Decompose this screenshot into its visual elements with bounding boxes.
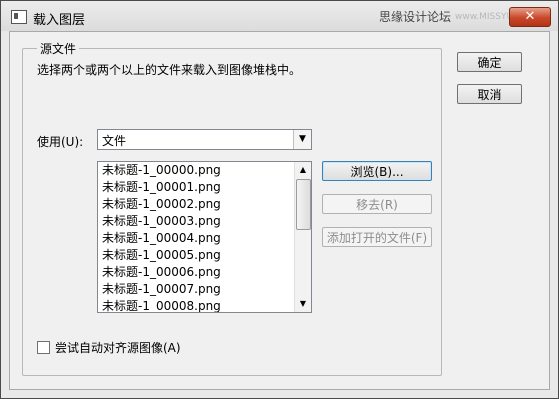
load-layers-dialog: 载入图层 思缘设计论坛 www.MISSYUAN.COM ✕ 源文件 选择两个或… <box>0 0 559 399</box>
scrollbar-thumb[interactable] <box>296 179 311 230</box>
ok-button[interactable]: 确定 <box>457 52 522 72</box>
title-bar[interactable]: 载入图层 思缘设计论坛 www.MISSYUAN.COM ✕ <box>1 1 558 31</box>
close-icon: ✕ <box>524 9 536 24</box>
use-dropdown[interactable]: 文件 ▼ <box>97 129 312 150</box>
dialog-client-area: 源文件 选择两个或两个以上的文件来载入到图像堆栈中。 使用(U): 文件 ▼ 未… <box>9 31 550 390</box>
browse-button[interactable]: 浏览(B)... <box>322 161 432 181</box>
add-open-files-button[interactable]: 添加打开的文件(F) <box>322 227 432 247</box>
window-app-icon <box>11 10 27 24</box>
group-title: 源文件 <box>37 40 80 57</box>
chevron-down-icon[interactable]: ▼ <box>293 130 311 149</box>
file-list[interactable]: 未标题-1_00000.png 未标题-1_00001.png 未标题-1_0000… <box>97 161 312 313</box>
remove-button[interactable]: 移去(R) <box>322 194 432 214</box>
auto-align-option[interactable]: 尝试自动对齐源图像(A) <box>37 339 181 356</box>
auto-align-checkbox[interactable] <box>37 341 50 354</box>
vertical-scrollbar[interactable]: ▲ ▼ <box>294 162 311 312</box>
watermark-text: 思缘设计论坛 <box>379 10 452 24</box>
window-title: 载入图层 <box>33 13 86 28</box>
file-list-item[interactable]: 未标题-1_00004.png <box>98 230 295 247</box>
use-dropdown-value: 文件 <box>102 134 127 148</box>
file-list-item[interactable]: 未标题-1_00001.png <box>98 179 295 196</box>
file-list-item[interactable]: 未标题-1_00006.png <box>98 264 295 281</box>
source-files-group: 源文件 选择两个或两个以上的文件来载入到图像堆栈中。 使用(U): 文件 ▼ 未… <box>22 40 442 376</box>
file-list-item[interactable]: 未标题-1_00000.png <box>98 162 295 179</box>
file-list-item[interactable]: 未标题-1_00007.png <box>98 281 295 298</box>
group-description: 选择两个或两个以上的文件来载入到图像堆栈中。 <box>37 63 302 77</box>
file-list-item[interactable]: 未标题-1_00002.png <box>98 196 295 213</box>
close-button[interactable]: ✕ <box>509 7 551 27</box>
auto-align-label[interactable]: 尝试自动对齐源图像(A) <box>55 339 181 356</box>
file-list-item[interactable]: 未标题-1_00008.png <box>98 298 295 312</box>
cancel-button[interactable]: 取消 <box>457 84 522 104</box>
file-list-item[interactable]: 未标题-1_00005.png <box>98 247 295 264</box>
file-list-items: 未标题-1_00000.png 未标题-1_00001.png 未标题-1_0000… <box>98 162 295 312</box>
file-list-item[interactable]: 未标题-1_00003.png <box>98 213 295 230</box>
scroll-up-arrow-icon[interactable]: ▲ <box>295 162 311 178</box>
use-label: 使用(U): <box>37 135 84 149</box>
scroll-down-arrow-icon[interactable]: ▼ <box>295 296 311 312</box>
